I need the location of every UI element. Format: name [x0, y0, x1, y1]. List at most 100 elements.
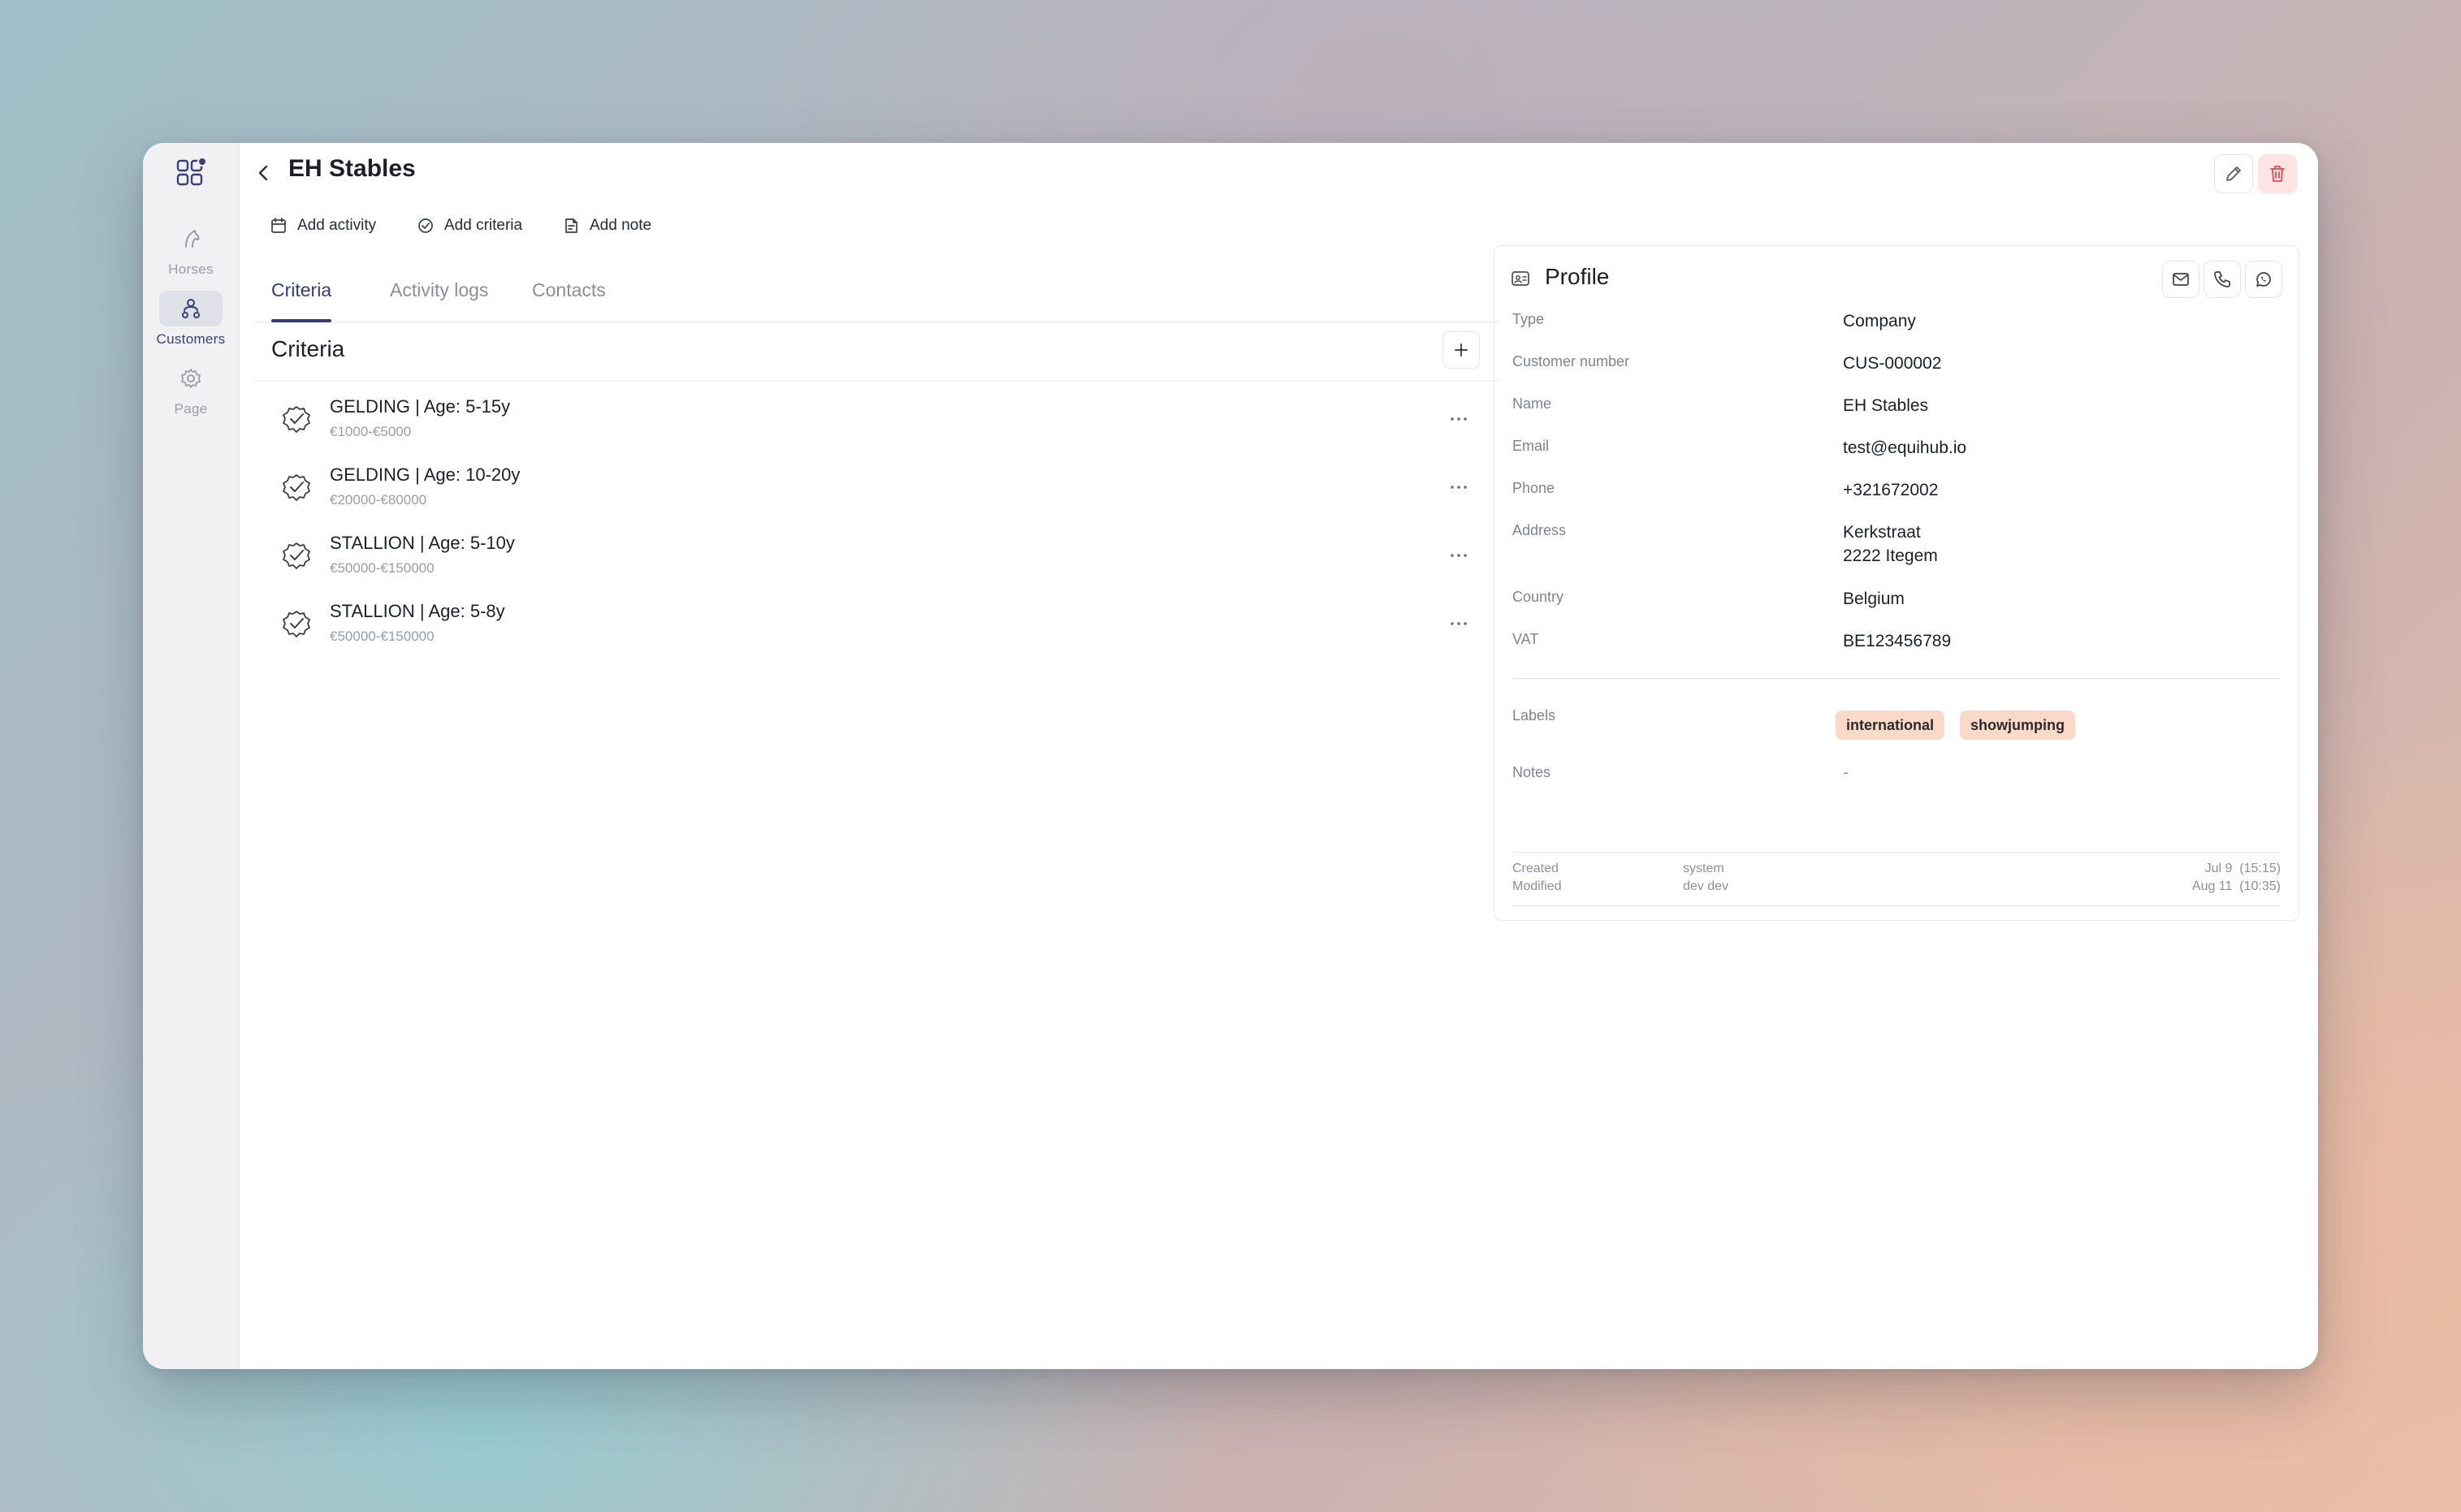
- country-value: Belgium: [1843, 590, 1905, 608]
- criteria-title: Criteria: [271, 336, 345, 361]
- app-grid-icon[interactable]: [174, 156, 210, 192]
- phone-label: Phone: [1512, 480, 1555, 496]
- customer-number-label: Customer number: [1512, 353, 1630, 369]
- call-button[interactable]: [2204, 261, 2241, 298]
- criteria-range: €1000-€5000: [330, 424, 412, 439]
- main-content: EH Stables Add activity Add criteria Add…: [239, 143, 2318, 1369]
- customer-number-value: CUS-000002: [1843, 354, 1942, 373]
- name-label: Name: [1512, 395, 1552, 412]
- app-window: Horses Customers Page EH Stables Add act…: [143, 143, 2318, 1369]
- criteria-name: GELDING | Age: 5-15y: [330, 396, 511, 417]
- profile-title: Profile: [1545, 264, 1610, 289]
- badge-check-icon: [283, 542, 310, 569]
- edit-button[interactable]: [2214, 154, 2253, 193]
- plus-icon: [1455, 343, 1468, 356]
- labels-list: international showjumping: [1836, 711, 2242, 740]
- criteria-range: €20000-€80000: [330, 492, 427, 508]
- criteria-range: €50000-€150000: [330, 629, 435, 644]
- delete-button[interactable]: [2258, 154, 2297, 193]
- email-value: test@equihub.io: [1843, 438, 1967, 457]
- tab-activity-logs[interactable]: Activity logs: [390, 273, 488, 322]
- modified-label: Modified: [1512, 879, 1562, 893]
- ellipsis-icon: [1451, 417, 1467, 421]
- note-icon: [565, 218, 577, 233]
- name-value: EH Stables: [1843, 396, 1929, 415]
- criteria-item[interactable]: STALLION | Age: 5-10y €50000-€150000: [271, 528, 1481, 596]
- tab-criteria[interactable]: Criteria: [271, 273, 332, 322]
- criteria-item[interactable]: GELDING | Age: 10-20y €20000-€80000: [271, 460, 1481, 528]
- whatsapp-button[interactable]: [2245, 261, 2282, 298]
- address-line1: Kerkstraat: [1843, 523, 1921, 542]
- badge-check-icon: [283, 611, 310, 637]
- add-note-button[interactable]: Add note: [562, 214, 651, 237]
- created-by: system: [1683, 862, 1724, 875]
- divider: [1512, 905, 2281, 906]
- criteria-name: STALLION | Age: 5-10y: [330, 533, 515, 553]
- ellipsis-icon: [1451, 486, 1467, 489]
- sidebar-item-label: Page: [174, 401, 208, 417]
- profile-panel: Profile Type Company Customer number CUS…: [1494, 245, 2299, 921]
- pencil-icon: [2226, 166, 2241, 181]
- criteria-name: GELDING | Age: 10-20y: [330, 464, 521, 485]
- label-badge: international: [1836, 711, 1945, 740]
- vat-label: VAT: [1512, 631, 1539, 647]
- country-label: Country: [1512, 589, 1564, 605]
- address-label: Address: [1512, 522, 1567, 538]
- horse-head-icon: [185, 230, 200, 248]
- sidebar: Horses Customers Page: [143, 143, 240, 1369]
- more-options-button[interactable]: [1444, 404, 1473, 434]
- add-criteria-button[interactable]: Add criteria: [417, 214, 522, 237]
- modified-by: dev dev: [1683, 879, 1729, 893]
- criteria-header: Criteria: [255, 331, 1498, 381]
- sidebar-item-customers[interactable]: Customers: [143, 291, 239, 348]
- criteria-item[interactable]: GELDING | Age: 5-15y €1000-€5000: [271, 391, 1481, 460]
- type-label: Type: [1512, 311, 1545, 327]
- phone-icon: [2214, 271, 2230, 287]
- badge-check-icon: [283, 474, 310, 501]
- more-options-button[interactable]: [1444, 473, 1473, 502]
- criteria-item[interactable]: STALLION | Age: 5-8y €50000-€150000: [271, 596, 1481, 664]
- gear-icon: [181, 369, 201, 388]
- badge-check-icon: [283, 406, 310, 433]
- ellipsis-icon: [1451, 622, 1467, 625]
- email-button[interactable]: [2162, 261, 2199, 298]
- id-card-icon: [1512, 271, 1529, 286]
- modified-at: Aug 11 (10:35): [2191, 879, 2281, 893]
- chevron-left-icon: [258, 165, 268, 181]
- address-line2: 2222 Itegem: [1843, 546, 1938, 565]
- sidebar-item-horses[interactable]: Horses: [143, 221, 239, 278]
- sidebar-item-label: Customers: [156, 331, 226, 347]
- page-title: EH Stables: [288, 155, 416, 182]
- notes-value: -: [1843, 763, 1849, 782]
- criteria-name: STALLION | Age: 5-8y: [330, 601, 505, 621]
- back-button[interactable]: [252, 161, 276, 185]
- type-value: Company: [1843, 312, 1916, 330]
- divider: [1512, 852, 2281, 853]
- customers-icon: [182, 299, 200, 318]
- vat-value: BE123456789: [1843, 632, 1952, 650]
- labels-label: Labels: [1512, 707, 1556, 724]
- divider: [1512, 678, 2281, 679]
- email-label: Email: [1512, 438, 1550, 454]
- tab-contacts[interactable]: Contacts: [532, 273, 606, 322]
- criteria-range: €50000-€150000: [330, 560, 435, 576]
- add-criteria-plus-button[interactable]: [1442, 331, 1480, 369]
- sidebar-item-page[interactable]: Page: [143, 361, 239, 417]
- tab-bar: Criteria Activity logs Contacts: [255, 273, 1498, 322]
- add-criteria-label: Add criteria: [444, 217, 523, 234]
- notes-label: Notes: [1512, 764, 1551, 780]
- trash-icon: [2270, 166, 2285, 182]
- add-activity-button[interactable]: Add activity: [270, 214, 376, 237]
- created-at: Jul 9 (15:15): [2204, 862, 2281, 875]
- check-circle-icon: [418, 218, 433, 233]
- sidebar-item-label: Horses: [168, 261, 214, 277]
- phone-value: +321672002: [1843, 481, 1939, 499]
- add-note-label: Add note: [590, 217, 652, 234]
- whatsapp-icon: [2256, 272, 2271, 287]
- label-badge: showjumping: [1960, 711, 2075, 740]
- add-activity-label: Add activity: [297, 217, 377, 234]
- calendar-icon: [271, 218, 286, 233]
- mail-icon: [2173, 273, 2189, 286]
- more-options-button[interactable]: [1444, 609, 1473, 638]
- more-options-button[interactable]: [1444, 541, 1473, 570]
